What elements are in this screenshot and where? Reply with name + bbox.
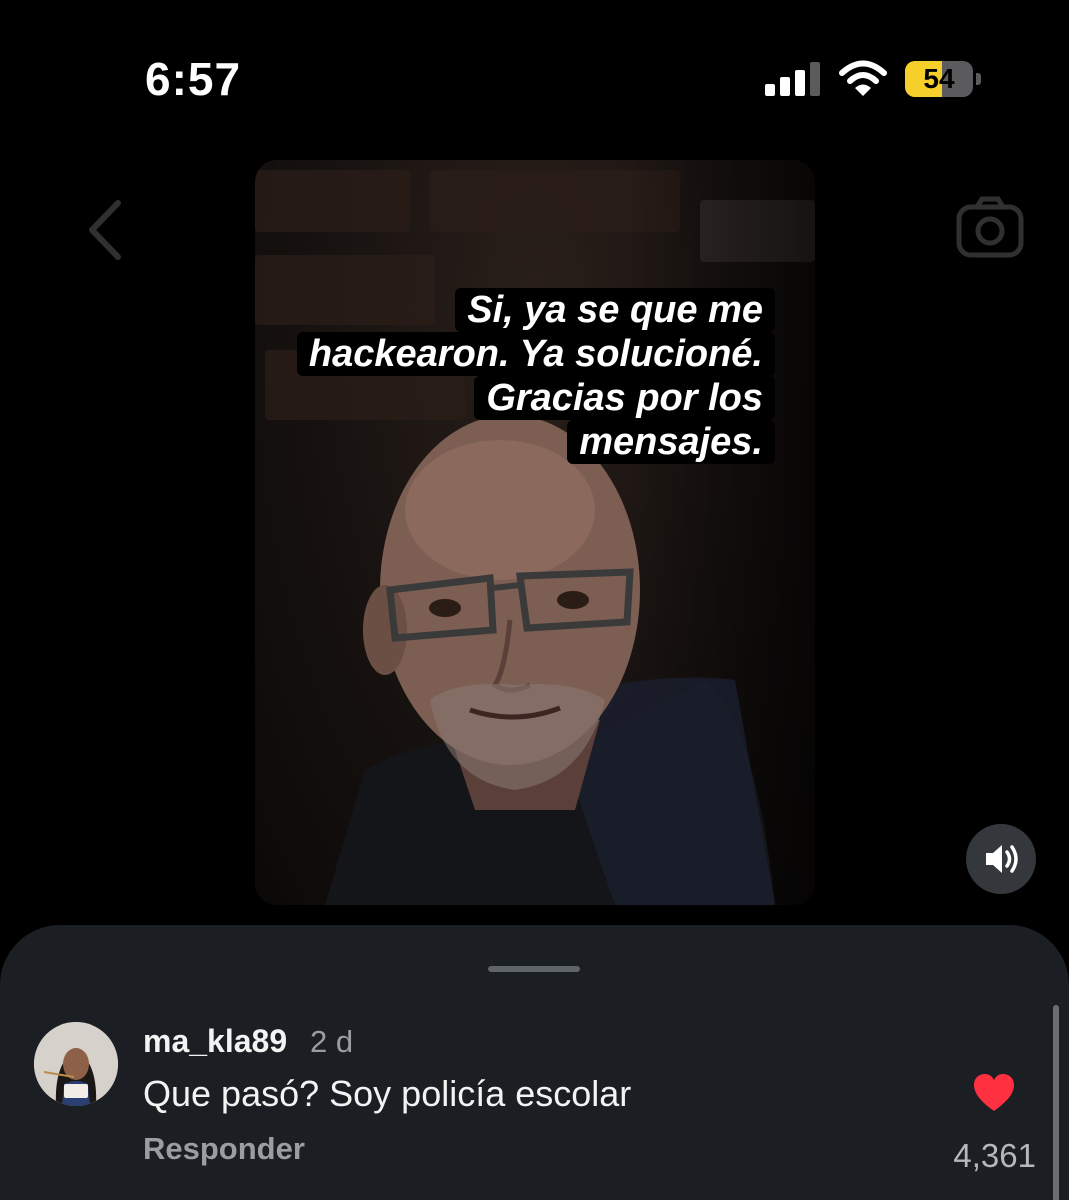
caption-line: hackearon. Ya solucioné. [296, 332, 775, 376]
avatar[interactable] [34, 1022, 118, 1106]
reply-button[interactable]: Responder [143, 1131, 305, 1167]
volume-icon [986, 845, 1018, 873]
back-icon[interactable] [80, 195, 130, 265]
heart-icon[interactable] [972, 1073, 1016, 1113]
comment-text: Que pasó? Soy policía escolar [143, 1073, 632, 1114]
volume-button[interactable] [966, 824, 1036, 894]
comment-username[interactable]: ma_kla89 [143, 1023, 287, 1060]
comment-timestamp: 2 d [310, 1024, 354, 1059]
comments-sheet[interactable]: ma_kla89 2 d Que pasó? Soy policía escol… [0, 925, 1069, 1200]
story-caption: Si, ya se que me hackearon. Ya solucioné… [275, 288, 775, 464]
story-video[interactable]: Si, ya se que me hackearon. Ya solucioné… [255, 160, 815, 905]
wifi-icon [839, 60, 887, 96]
caption-line: mensajes. [567, 420, 775, 464]
caption-line: Gracias por los [474, 376, 775, 420]
person-photo [325, 415, 775, 905]
caption-line: Si, ya se que me [455, 288, 775, 332]
sheet-grab-handle[interactable] [488, 966, 580, 972]
battery-icon: 54 [905, 61, 981, 97]
battery-level: 54 [923, 63, 955, 94]
scrollbar[interactable] [1053, 1005, 1059, 1200]
camera-icon[interactable] [955, 195, 1025, 261]
status-time: 6:57 [145, 53, 242, 105]
like-count: 4,361 [953, 1137, 1036, 1174]
signal-icon [765, 62, 820, 96]
